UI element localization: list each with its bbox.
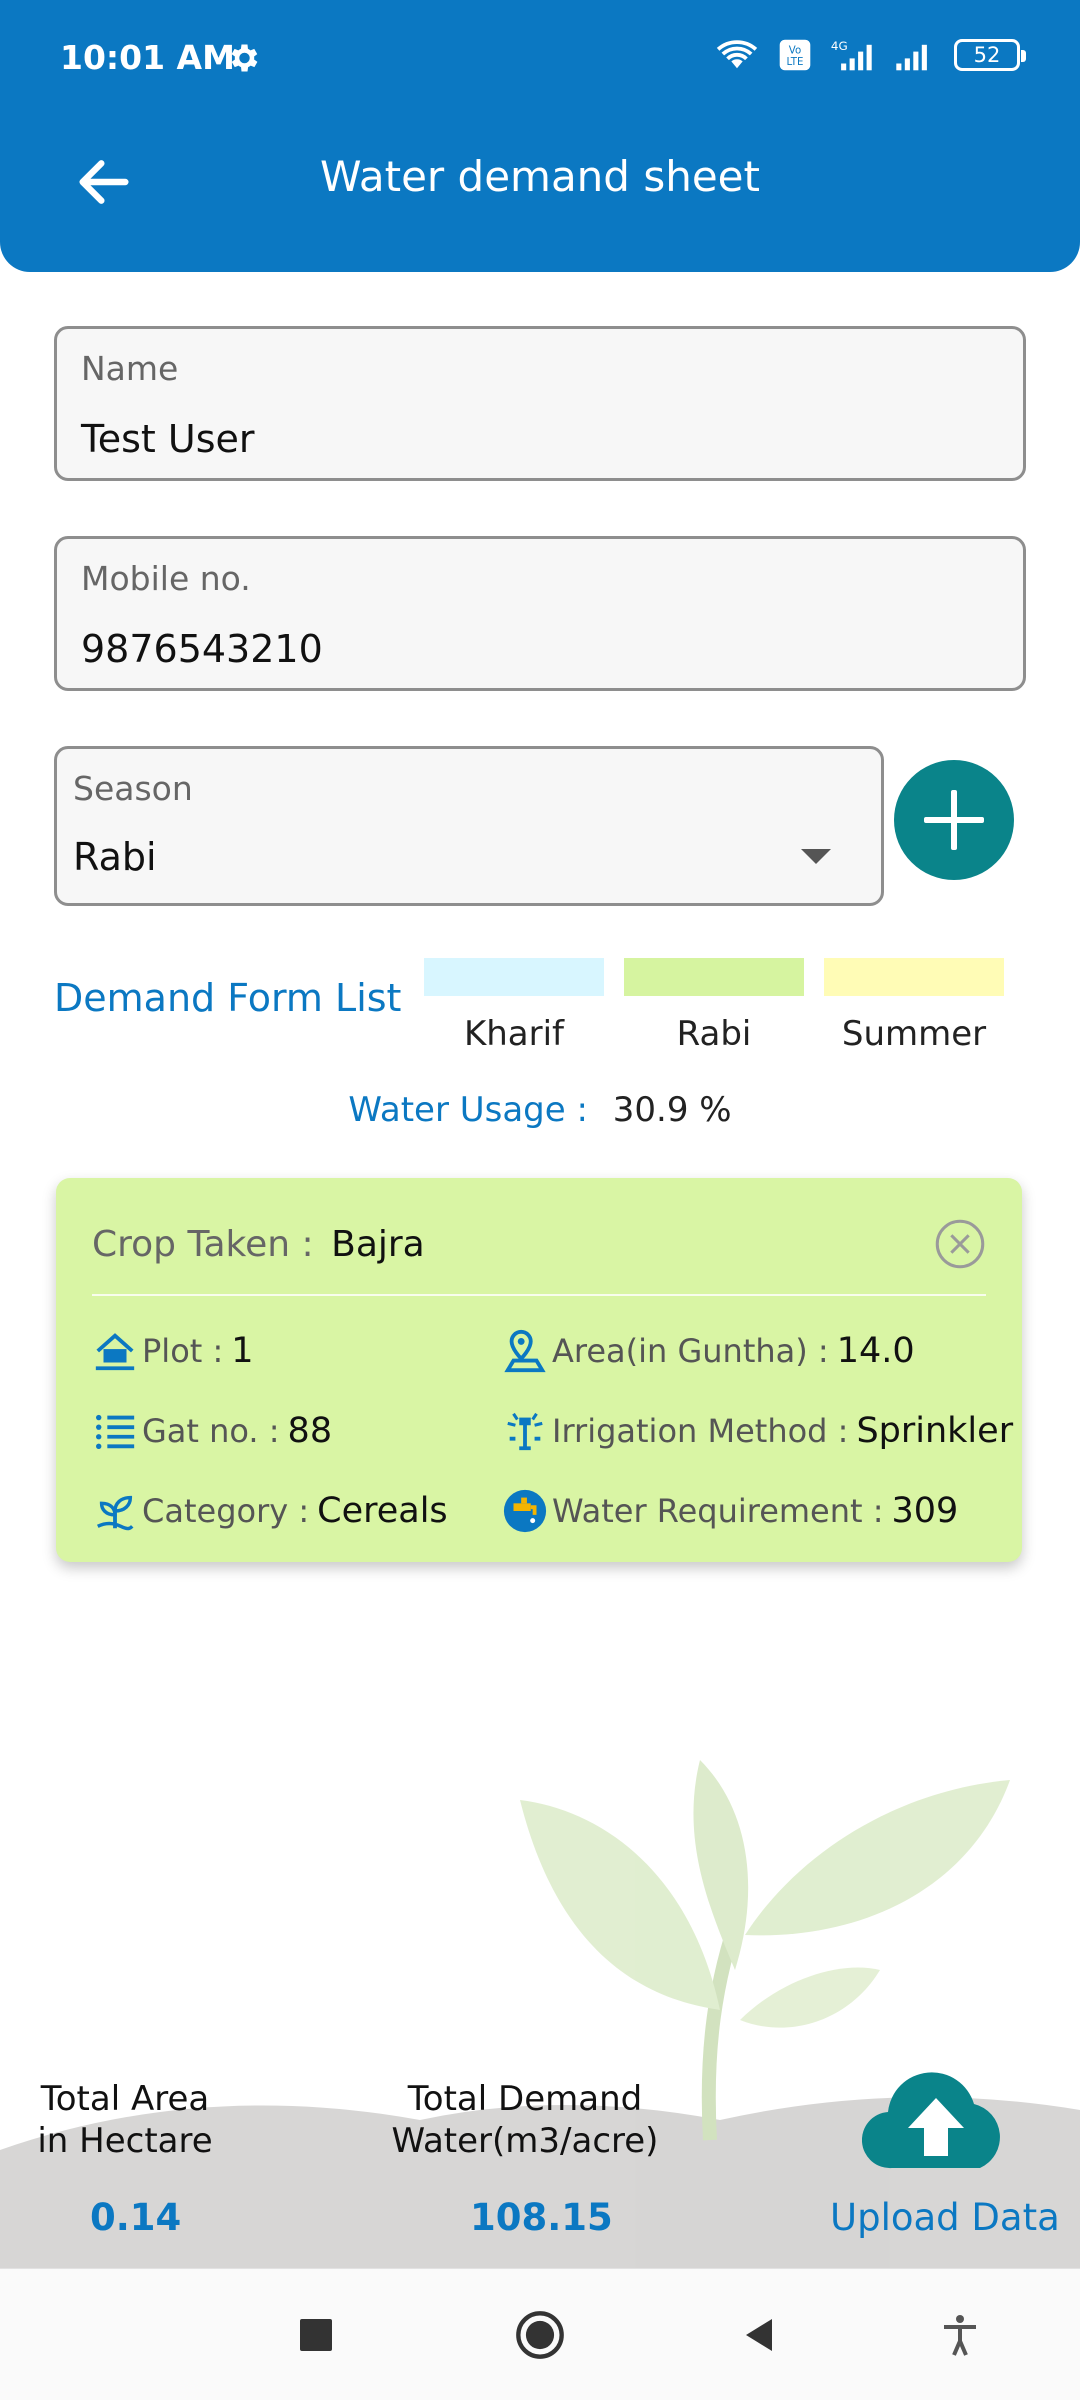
water-usage-value: 30.9 % bbox=[612, 1090, 732, 1130]
name-label: Name bbox=[81, 349, 179, 388]
season-dropdown[interactable]: Season Rabi bbox=[54, 746, 884, 906]
mobile-value[interactable]: 9876543210 bbox=[81, 627, 323, 671]
svg-text:4G: 4G bbox=[831, 39, 848, 53]
svg-text:LTE: LTE bbox=[787, 57, 804, 68]
plant-soil-illustration bbox=[0, 1760, 1080, 2270]
total-demand-label: Total Demand Water(m3/acre) bbox=[380, 2078, 670, 2162]
legend-label-rabi: Rabi bbox=[676, 1014, 752, 1054]
season-value: Rabi bbox=[73, 835, 157, 879]
mobile-field[interactable]: Mobile no. 9876543210 bbox=[54, 536, 1026, 691]
area-label: Area(in Guntha) : bbox=[552, 1332, 829, 1370]
area-row: Area(in Guntha) : 14.0 bbox=[502, 1328, 915, 1374]
water-requirement-label: Water Requirement : bbox=[552, 1492, 884, 1530]
app-header: 10:01 AM Vo LTE 4G 52 Water demand sheet bbox=[0, 0, 1080, 272]
back-icon[interactable] bbox=[736, 2311, 784, 2359]
gat-value: 88 bbox=[287, 1411, 333, 1451]
battery-icon: 52 bbox=[954, 39, 1026, 71]
legend-swatch-rabi bbox=[624, 958, 804, 996]
name-value[interactable]: Test User bbox=[81, 417, 255, 461]
water-requirement-value: 309 bbox=[891, 1491, 959, 1531]
upload-data-button[interactable]: Upload Data bbox=[830, 2196, 1060, 2239]
signal-icon bbox=[896, 44, 927, 71]
status-time: 10:01 AM bbox=[60, 38, 235, 77]
add-button[interactable] bbox=[894, 760, 1014, 880]
category-value: Cereals bbox=[317, 1491, 448, 1531]
total-demand-label-line1: Total Demand bbox=[407, 2079, 643, 2119]
gat-row: Gat no. : 88 bbox=[92, 1408, 332, 1454]
water-usage-label: Water Usage : bbox=[348, 1090, 588, 1130]
total-demand-label-line2: Water(m3/acre) bbox=[391, 2121, 659, 2161]
battery-level: 52 bbox=[973, 43, 1001, 67]
plot-row: Plot : 1 bbox=[92, 1328, 254, 1374]
total-area-label-line2: in Hectare bbox=[37, 2121, 213, 2161]
total-area-value: 0.14 bbox=[90, 2196, 182, 2239]
demand-form-list-title: Demand Form List bbox=[54, 976, 402, 1020]
cloud-upload-icon[interactable] bbox=[862, 2068, 1010, 2176]
demand-card[interactable]: Crop Taken : Bajra Plot : 1 Area(in Gunt… bbox=[56, 1178, 1022, 1562]
mobile-label: Mobile no. bbox=[81, 559, 251, 598]
name-field[interactable]: Name Test User bbox=[54, 326, 1026, 481]
page-title: Water demand sheet bbox=[320, 152, 760, 201]
card-divider bbox=[92, 1294, 986, 1296]
total-demand-value: 108.15 bbox=[470, 2196, 613, 2239]
irrigation-row: Irrigation Method : Sprinkler bbox=[502, 1408, 1013, 1454]
crop-taken-label: Crop Taken : bbox=[92, 1224, 314, 1265]
wifi-icon bbox=[716, 40, 758, 69]
water-tap-icon bbox=[503, 1489, 547, 1533]
total-area-label-line1: Total Area bbox=[40, 2079, 210, 2119]
water-requirement-row: Water Requirement : 309 bbox=[502, 1488, 958, 1534]
signal-4g-icon: 4G bbox=[831, 39, 872, 71]
recents-icon[interactable] bbox=[292, 2311, 340, 2359]
plant-icon bbox=[96, 1495, 134, 1531]
home-icon[interactable] bbox=[514, 2309, 566, 2361]
crop-taken: Crop Taken : Bajra bbox=[92, 1224, 425, 1265]
area-value: 14.0 bbox=[836, 1331, 915, 1371]
status-icons: Vo LTE 4G 52 bbox=[714, 38, 1026, 72]
volte-icon: Vo LTE bbox=[779, 39, 811, 71]
legend-label-summer: Summer bbox=[841, 1014, 987, 1054]
legend-swatch-kharif bbox=[424, 958, 604, 996]
gat-label: Gat no. : bbox=[142, 1412, 280, 1450]
irrigation-label: Irrigation Method : bbox=[552, 1412, 849, 1450]
close-icon[interactable] bbox=[934, 1218, 986, 1270]
plot-label: Plot : bbox=[142, 1332, 224, 1370]
area-icon bbox=[504, 1329, 546, 1373]
legend-label-kharif: Kharif bbox=[463, 1014, 565, 1054]
season-label: Season bbox=[73, 769, 193, 808]
category-label: Category : bbox=[142, 1492, 310, 1530]
list-icon bbox=[96, 1414, 135, 1450]
gear-icon bbox=[231, 44, 258, 72]
crop-taken-value: Bajra bbox=[331, 1224, 425, 1265]
category-row: Category : Cereals bbox=[92, 1488, 448, 1534]
plot-icon bbox=[95, 1333, 135, 1371]
system-navbar bbox=[0, 2268, 1080, 2400]
sprinkler-icon bbox=[507, 1412, 543, 1451]
chevron-down-icon[interactable] bbox=[801, 849, 831, 864]
total-area-label: Total Area in Hectare bbox=[10, 2078, 240, 2162]
irrigation-value: Sprinkler bbox=[856, 1411, 1014, 1451]
legend-swatch-summer bbox=[824, 958, 1004, 996]
svg-text:Vo: Vo bbox=[789, 45, 801, 56]
water-usage: Water Usage : 30.9 % bbox=[0, 1090, 1080, 1130]
plot-value: 1 bbox=[231, 1331, 254, 1371]
accessibility-icon[interactable] bbox=[936, 2311, 984, 2359]
